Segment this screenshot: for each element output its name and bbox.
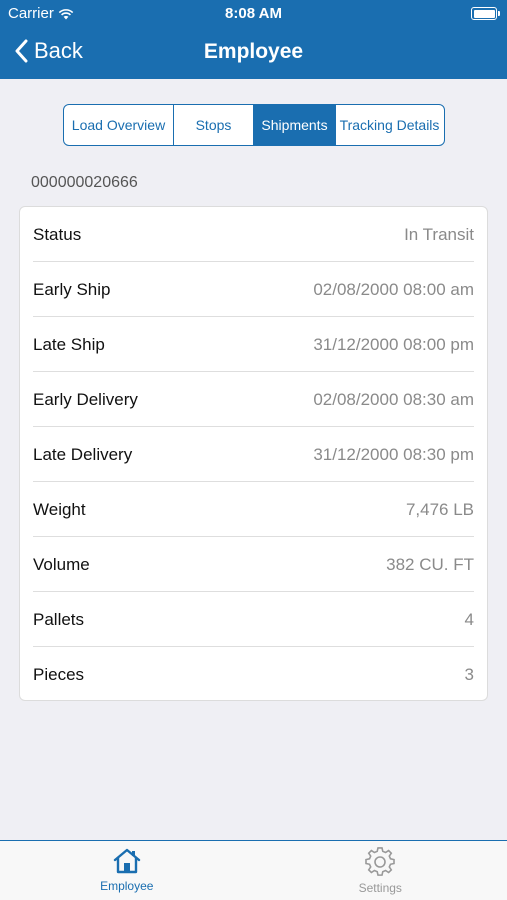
- detail-value: 7,476 LB: [405, 499, 474, 519]
- detail-value: 31/12/2000 08:30 pm: [313, 444, 474, 464]
- detail-row-late-delivery: Late Delivery 31/12/2000 08:30 pm: [20, 427, 487, 482]
- detail-row-pallets: Pallets 4: [20, 592, 487, 647]
- detail-value: In Transit: [404, 224, 474, 244]
- page-title: Employee: [203, 40, 304, 63]
- segment-tracking-details[interactable]: Tracking Details: [336, 105, 443, 145]
- detail-label: Early Delivery: [33, 389, 138, 409]
- segment-shipments[interactable]: Shipments: [254, 105, 336, 145]
- detail-value: 02/08/2000 08:00 am: [313, 279, 474, 299]
- detail-row-early-delivery: Early Delivery 02/08/2000 08:30 am: [20, 372, 487, 427]
- detail-label: Late Delivery: [33, 444, 133, 464]
- shipment-id: 000000020666: [31, 174, 138, 191]
- detail-row-pieces: Pieces 3: [20, 647, 487, 702]
- detail-row-weight: Weight 7,476 LB: [20, 482, 487, 537]
- tab-label: Employee: [100, 879, 154, 893]
- detail-value: 02/08/2000 08:30 am: [313, 389, 474, 409]
- segment-label: Stops: [195, 117, 232, 133]
- detail-value: 3: [464, 664, 474, 684]
- clock: 8:08 AM: [225, 5, 282, 22]
- gear-icon: [365, 847, 396, 876]
- detail-row-early-ship: Early Ship 02/08/2000 08:00 am: [20, 262, 487, 317]
- detail-label: Pallets: [33, 609, 85, 629]
- tab-label: Settings: [358, 881, 402, 895]
- tab-settings[interactable]: Settings: [254, 841, 507, 900]
- detail-label: Late Ship: [33, 334, 105, 354]
- battery-icon: [471, 7, 500, 20]
- segment-label: Tracking Details: [339, 117, 440, 133]
- segment-stops[interactable]: Stops: [174, 105, 254, 145]
- segment-load-overview[interactable]: Load Overview: [64, 105, 174, 145]
- tab-employee[interactable]: Employee: [0, 841, 254, 900]
- segment-label: Shipments: [261, 117, 328, 133]
- navigation-bar: Back Employee: [0, 28, 507, 79]
- tab-bar: Employee Settings: [0, 840, 507, 900]
- detail-value: 4: [464, 609, 474, 629]
- detail-label: Status: [33, 224, 82, 244]
- shipment-details-card: Status In Transit Early Ship 02/08/2000 …: [19, 206, 488, 701]
- detail-row-status: Status In Transit: [20, 207, 487, 262]
- segmented-control: Load Overview Stops Shipments Tracking D…: [63, 104, 445, 146]
- detail-row-volume: Volume 382 CU. FT: [20, 537, 487, 592]
- detail-value: 31/12/2000 08:00 pm: [313, 334, 474, 354]
- home-icon: [113, 848, 140, 874]
- detail-label: Weight: [33, 499, 86, 519]
- detail-label: Pieces: [33, 664, 85, 684]
- status-bar: Carrier 8:08 AM: [0, 0, 507, 28]
- detail-value: 382 CU. FT: [386, 554, 474, 574]
- detail-label: Volume: [33, 554, 90, 574]
- detail-row-late-ship: Late Ship 31/12/2000 08:00 pm: [20, 317, 487, 372]
- segment-label: Load Overview: [71, 117, 166, 133]
- detail-label: Early Ship: [33, 279, 111, 299]
